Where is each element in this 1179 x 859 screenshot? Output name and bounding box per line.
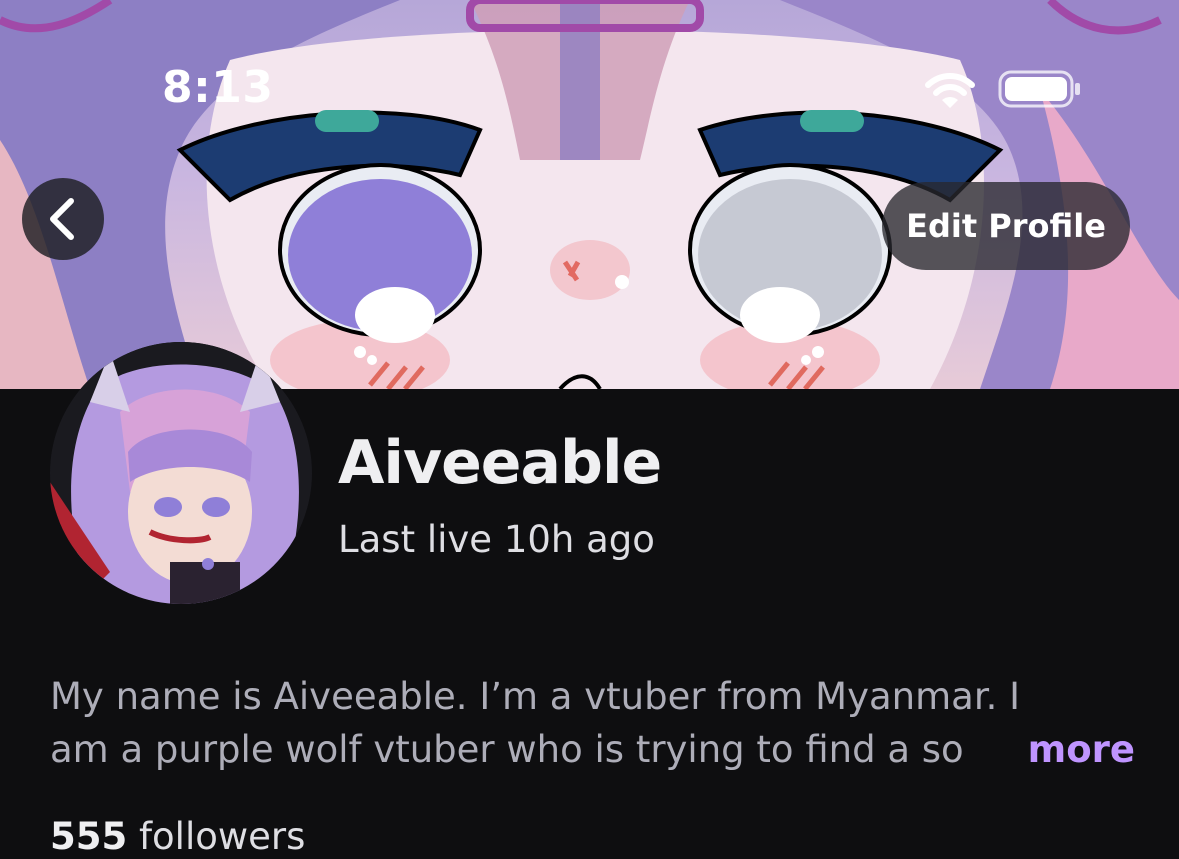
- avatar-artwork: [50, 342, 312, 604]
- bio-line-text: am a purple wolf vtuber who is trying to…: [50, 728, 964, 771]
- followers-number: 555: [50, 815, 128, 858]
- avatar[interactable]: [50, 342, 312, 604]
- battery-icon: [998, 70, 1080, 108]
- bio-line-truncated: am a purple wolf vtuber who is trying to…: [50, 723, 1135, 776]
- edit-profile-button[interactable]: Edit Profile: [882, 182, 1130, 270]
- bio-line: My name is Aiveeable. I’m a vtuber from …: [50, 675, 1021, 718]
- wifi-icon: [925, 73, 975, 108]
- followers-label: followers: [139, 815, 306, 858]
- chevron-left-icon: [50, 198, 74, 240]
- followers-count[interactable]: 555 followers: [50, 815, 305, 858]
- back-button[interactable]: [22, 178, 104, 260]
- channel-bio: My name is Aiveeable. I’m a vtuber from …: [50, 670, 1140, 776]
- last-live-status: Last live 10h ago: [338, 518, 655, 561]
- channel-name: Aiveeable: [338, 428, 662, 498]
- status-bar-time: 8:13: [162, 62, 274, 113]
- bio-more-link[interactable]: more: [1019, 723, 1135, 776]
